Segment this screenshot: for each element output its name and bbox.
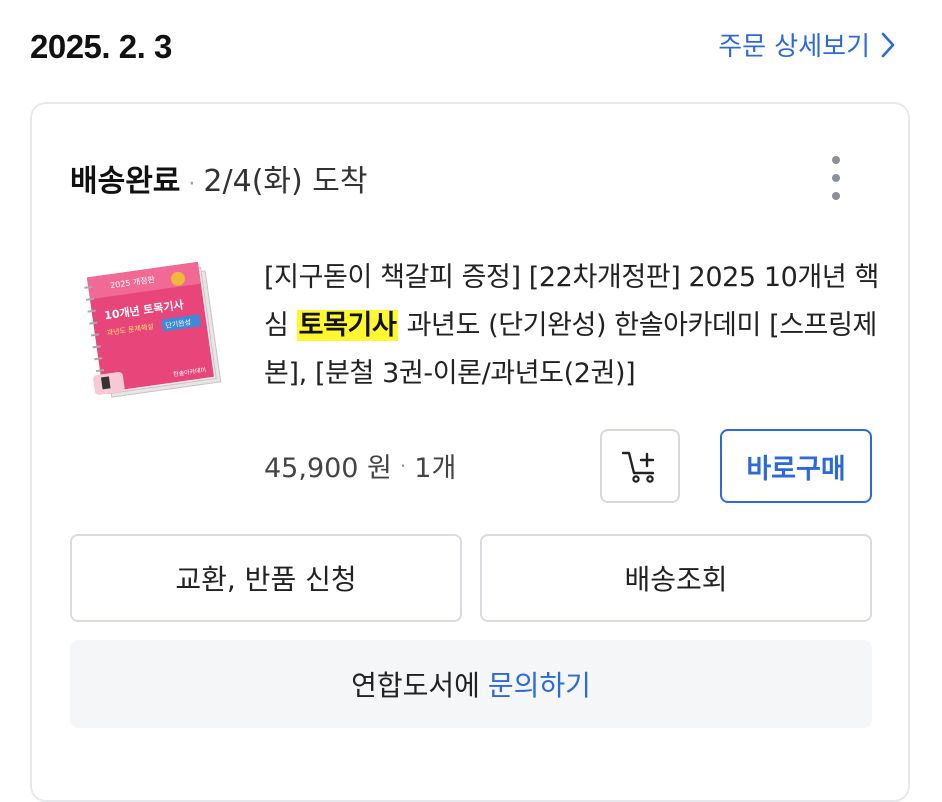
separator-dot: · [188,172,196,197]
chevron-right-icon [881,32,895,57]
product-title[interactable]: [지구돋이 책갈피 증정] [22차개정판] 2025 10개년 핵심 토목기사… [264,254,884,398]
seller-name: 연합도서에 [351,669,480,702]
product-title-highlight: 토목기사 [296,310,399,341]
price-quantity: 45,900 원 · 1개 [264,446,456,485]
product-price: 45,900 원 [264,453,392,484]
order-date: 2025. 2. 3 [30,28,172,65]
order-detail-label: 주문 상세보기 [718,32,870,62]
buy-now-button[interactable]: 바로구매 [720,429,872,503]
order-detail-link[interactable]: 주문 상세보기 [718,26,896,63]
book-cover-graphic: 2025 개정판 10개년 토목기사 과년도 문제해설 단기완성 한솔아카데미 [84,261,222,398]
delivery-arrival-date: 2/4(화) 도착 [203,164,368,199]
cart-plus-icon [621,451,655,483]
book-cover-image[interactable]: 2025 개정판 10개년 토목기사 과년도 문제해설 단기완성 한솔아카데미 [76,249,226,399]
add-to-cart-button[interactable] [600,429,680,503]
track-delivery-button[interactable]: 배송조회 [480,534,872,622]
delivery-status: 배송완료 · 2/4(화) 도착 [70,156,367,200]
inquiry-link[interactable]: 문의하기 [488,664,591,704]
seller-inquiry-bar: 연합도서에 문의하기 [70,640,872,728]
delivery-status-label: 배송완료 [70,164,181,199]
order-card: 배송완료 · 2/4(화) 도착 2025 개정판 10개년 토목기사 과년도 … [30,102,910,802]
return-exchange-button[interactable]: 교환, 반품 신청 [70,534,462,622]
product-quantity: 1개 [414,453,457,484]
more-options-icon[interactable] [824,156,848,200]
separator-dot: · [399,453,407,478]
